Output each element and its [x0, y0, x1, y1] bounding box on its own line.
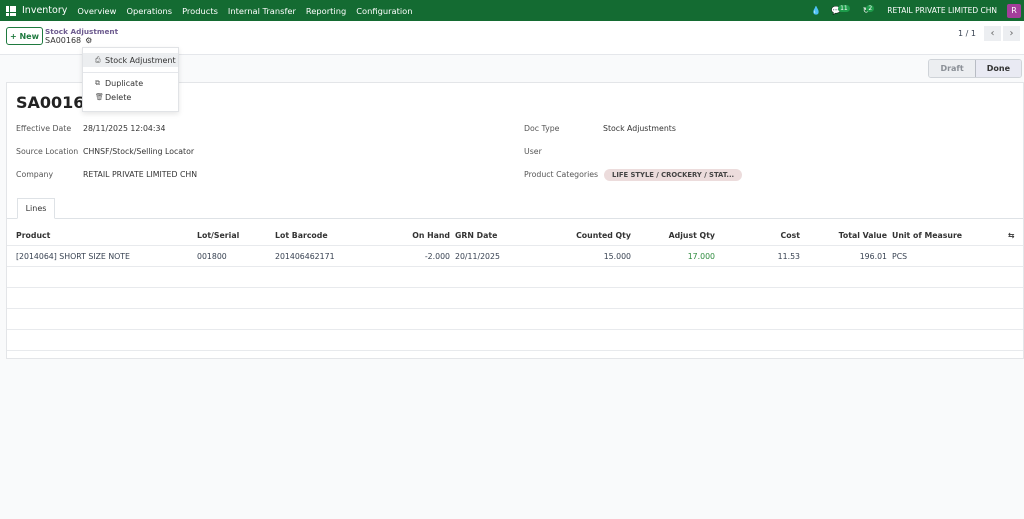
optional-columns-icon[interactable]: ⇆ [1008, 231, 1015, 240]
cell-total-value: 196.01 [859, 252, 887, 261]
empty-row [7, 330, 1023, 351]
duplicate-item[interactable]: ⧉ Duplicate [83, 76, 178, 90]
app-name[interactable]: Inventory [22, 5, 67, 16]
col-counted-qty[interactable]: Counted Qty [576, 231, 631, 240]
plus-icon: + [9, 31, 20, 41]
print-label: Stock Adjustment [105, 55, 176, 65]
top-navbar: Inventory Overview Operations Products I… [0, 0, 1024, 21]
col-unit-of-measure[interactable]: Unit of Measure [892, 231, 962, 240]
new-button[interactable]: + New [6, 27, 43, 45]
company-switcher[interactable]: RETAIL PRIVATE LIMITED CHN [887, 6, 997, 15]
product-category-tag[interactable]: LIFE STYLE / CROCKERY / STAT... [604, 169, 743, 181]
company-label: Company [16, 170, 54, 179]
messages-badge: 11 [838, 5, 850, 12]
breadcrumb-current: SA00168 ⚙ [45, 36, 92, 45]
action-dropdown: ⎙ Stock Adjustment ⧉ Duplicate 🗑 Delete [82, 47, 179, 112]
activities-badge: 2 [866, 5, 875, 12]
tabs-border [7, 218, 1023, 219]
gear-icon[interactable]: ⚙ [85, 36, 92, 45]
menu-configuration[interactable]: Configuration [356, 6, 412, 16]
empty-row [7, 309, 1023, 330]
cell-counted-qty: 15.000 [603, 252, 631, 261]
col-lot-barcode[interactable]: Lot Barcode [275, 231, 328, 240]
form-sheet: SA00168 Effective Date 28/11/2025 12:04:… [6, 82, 1024, 359]
user-avatar[interactable]: R [1007, 3, 1021, 18]
printer-icon: ⎙ [95, 55, 101, 64]
drop-icon[interactable]: 💧 [811, 6, 821, 15]
cell-lot-barcode: 201406462171 [275, 252, 335, 261]
source-location-label: Source Location [16, 147, 79, 156]
divider [83, 72, 178, 73]
new-label: New [19, 31, 39, 41]
cell-grn-date: 20/11/2025 [455, 252, 500, 261]
trash-icon: 🗑 [95, 93, 104, 101]
source-location-field[interactable]: CHNSF/Stock/Selling Locator [83, 147, 194, 156]
col-total-value[interactable]: Total Value [839, 231, 887, 240]
print-stock-adjustment[interactable]: ⎙ Stock Adjustment [83, 53, 178, 67]
empty-row [7, 288, 1023, 309]
breadcrumb-parent[interactable]: Stock Adjustment [45, 27, 118, 36]
col-cost[interactable]: Cost [781, 231, 800, 240]
copy-icon: ⧉ [95, 78, 100, 87]
activities-icon[interactable]: ↻2 [863, 5, 878, 15]
product-categories-label: Product Categories [524, 170, 599, 179]
status-bar: Draft Done [928, 59, 1022, 78]
previous-button[interactable]: ‹ [984, 26, 1001, 41]
messages-icon[interactable]: 💬11 [831, 5, 853, 15]
cell-on-hand: -2.000 [424, 252, 450, 261]
table-row[interactable]: [2014064] SHORT SIZE NOTE 001800 2014064… [7, 246, 1023, 267]
menu-operations[interactable]: Operations [126, 6, 172, 16]
col-on-hand[interactable]: On Hand [412, 231, 450, 240]
company-field[interactable]: RETAIL PRIVATE LIMITED CHN [83, 170, 197, 179]
col-product[interactable]: Product [16, 231, 50, 240]
status-done[interactable]: Done [974, 60, 1021, 77]
apps-menu-icon[interactable] [6, 5, 16, 16]
effective-date-label: Effective Date [16, 124, 72, 133]
cell-product: [2014064] SHORT SIZE NOTE [16, 252, 130, 261]
cell-cost: 11.53 [777, 252, 800, 261]
empty-row [7, 267, 1023, 288]
table-header: Product Lot/Serial Lot Barcode On Hand G… [7, 225, 1023, 246]
duplicate-label: Duplicate [105, 78, 144, 88]
menu-internal-transfer[interactable]: Internal Transfer [228, 6, 296, 16]
next-button[interactable]: › [1003, 26, 1020, 41]
col-grn-date[interactable]: GRN Date [455, 231, 497, 240]
doc-type-field[interactable]: Stock Adjustments [603, 124, 676, 133]
pager-value[interactable]: 1 / 1 [958, 29, 976, 38]
pager: 1 / 1 ‹ › [958, 26, 1020, 41]
cell-lot-serial: 001800 [197, 252, 227, 261]
effective-date-field[interactable]: 28/11/2025 12:04:34 [83, 124, 165, 133]
cell-adjust-qty: 17.000 [687, 252, 715, 261]
user-label: User [524, 147, 542, 156]
doc-type-label: Doc Type [524, 124, 560, 133]
record-name: SA00168 [45, 36, 82, 45]
menu-reporting[interactable]: Reporting [306, 6, 346, 16]
col-adjust-qty[interactable]: Adjust Qty [669, 231, 715, 240]
col-lot-serial[interactable]: Lot/Serial [197, 231, 239, 240]
status-draft[interactable]: Draft [929, 60, 975, 77]
menu-products[interactable]: Products [182, 6, 218, 16]
cell-unit-of-measure: PCS [892, 252, 908, 261]
menu-overview[interactable]: Overview [77, 6, 116, 16]
delete-label: Delete [105, 92, 132, 102]
delete-item[interactable]: 🗑 Delete [83, 90, 178, 104]
tab-lines[interactable]: Lines [17, 198, 55, 219]
